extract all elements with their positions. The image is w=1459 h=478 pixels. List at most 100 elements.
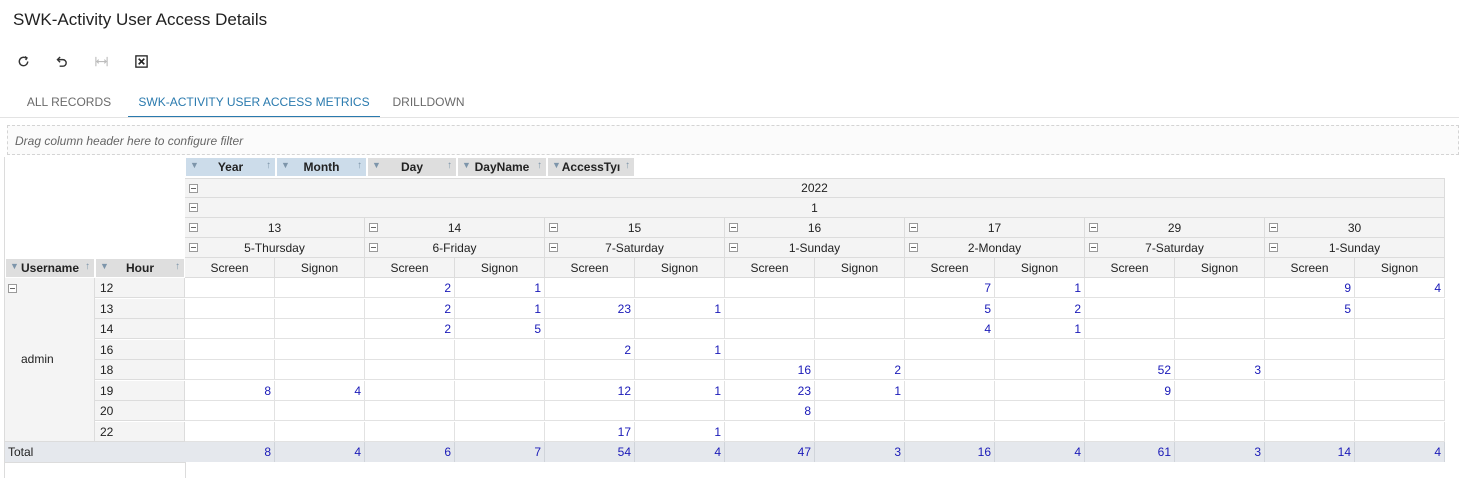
collapse-icon[interactable] (1089, 243, 1098, 252)
pivot-cell (1355, 298, 1445, 319)
pivot-cell (455, 421, 545, 442)
collapse-icon[interactable] (189, 223, 198, 232)
pivot-cell: 8 (725, 401, 815, 421)
pivot-cell: 1 (995, 319, 1085, 339)
dayname-header: 1-Sunday (1265, 238, 1445, 258)
column-field-accesstype[interactable]: ▼ AccessTyı ↑ (547, 157, 635, 177)
row-field-username[interactable]: ▼ Username ↑ (5, 258, 95, 278)
day-header: 15 (545, 218, 725, 238)
pivot-cell (365, 380, 455, 401)
pivot-cell (185, 298, 275, 319)
collapse-icon[interactable] (909, 223, 918, 232)
pivot-cell: 1 (455, 298, 545, 319)
fit-to-width-button[interactable] (92, 52, 110, 70)
pivot-cell: 7 (905, 278, 995, 298)
collapse-icon[interactable] (1089, 223, 1098, 232)
pivot-cell (1085, 278, 1175, 298)
column-field-day[interactable]: ▼ Day ↑ (367, 157, 457, 177)
day-header: 14 (365, 218, 545, 238)
collapse-icon[interactable] (729, 243, 738, 252)
pivot-cell (1085, 298, 1175, 319)
pivot-cell (1355, 360, 1445, 380)
access-type-header: Screen (725, 258, 815, 278)
access-type-header: Signon (1175, 258, 1265, 278)
collapse-icon[interactable] (189, 203, 198, 212)
filter-icon: ▼ (281, 160, 290, 170)
pivot-cell: 2 (815, 360, 905, 380)
pivot-cell (635, 401, 725, 421)
filter-icon: ▼ (372, 160, 381, 170)
row-field-hour[interactable]: ▼ Hour ↑ (95, 258, 185, 278)
tab-drilldown[interactable]: DRILLDOWN (383, 86, 474, 118)
pivot-cell: 1 (635, 380, 725, 401)
row-hour-label: 14 (95, 319, 185, 339)
pivot-cell (1085, 421, 1175, 442)
grid-divider (5, 462, 185, 463)
tab-divider (0, 117, 1459, 118)
pivot-cell (815, 298, 905, 319)
pivot-cell (275, 360, 365, 380)
collapse-icon[interactable] (1269, 243, 1278, 252)
pivot-cell (1265, 360, 1355, 380)
pivot-cell (275, 421, 365, 442)
pivot-cell (275, 339, 365, 360)
collapse-icon[interactable] (189, 184, 198, 193)
pivot-cell (185, 401, 275, 421)
pivot-cell: 2 (365, 298, 455, 319)
collapse-icon[interactable] (729, 223, 738, 232)
pivot-cell (185, 319, 275, 339)
column-field-year[interactable]: ▼ Year ↑ (185, 157, 276, 177)
dayname-header: 7-Saturday (1085, 238, 1265, 258)
pivot-cell (185, 339, 275, 360)
pivot-cell: 1 (635, 298, 725, 319)
undo-button[interactable] (52, 52, 70, 70)
total-cell: 3 (1175, 442, 1265, 462)
column-field-month[interactable]: ▼ Month ↑ (276, 157, 367, 177)
pivot-cell (1265, 401, 1355, 421)
filter-icon: ▼ (10, 261, 19, 271)
pivot-cell (995, 421, 1085, 442)
collapse-icon[interactable] (549, 243, 558, 252)
filter-icon: ▼ (100, 261, 109, 271)
column-field-dayname[interactable]: ▼ DayName ↑ (457, 157, 547, 177)
collapse-icon[interactable] (8, 284, 17, 293)
pivot-cell (1175, 421, 1265, 442)
dayname-header: 1-Sunday (725, 238, 905, 258)
total-cell: 54 (545, 442, 635, 462)
tab-all-records[interactable]: ALL RECORDS (13, 86, 125, 118)
tab-user-access-metrics[interactable]: SWK-ACTIVITY USER ACCESS METRICS (128, 86, 380, 118)
row-hour-label: 12 (95, 278, 185, 298)
pivot-cell: 9 (1085, 380, 1175, 401)
pivot-cell (275, 319, 365, 339)
pivot-cell (185, 360, 275, 380)
collapse-icon[interactable] (549, 223, 558, 232)
pivot-cell (635, 319, 725, 339)
pivot-cell (1355, 319, 1445, 339)
pivot-cell: 2 (545, 339, 635, 360)
dayname-header: 6-Friday (365, 238, 545, 258)
pivot-cell (1265, 380, 1355, 401)
collapse-icon[interactable] (189, 243, 198, 252)
grid-divider (185, 462, 186, 478)
filter-icon: ▼ (552, 160, 561, 170)
collapse-icon[interactable] (369, 223, 378, 232)
sort-icon: ↑ (357, 160, 362, 171)
pivot-cell (725, 298, 815, 319)
pivot-cell (1085, 339, 1175, 360)
pivot-cell (905, 360, 995, 380)
pivot-cell (635, 278, 725, 298)
collapse-icon[interactable] (909, 243, 918, 252)
refresh-button[interactable] (14, 52, 32, 70)
total-cell: 6 (365, 442, 455, 462)
pivot-cell (725, 421, 815, 442)
pivot-cell (905, 339, 995, 360)
pivot-cell (1265, 339, 1355, 360)
collapse-icon[interactable] (369, 243, 378, 252)
pivot-grid: ▼ Year ↑ ▼ Month ↑ ▼ Day ↑ ▼ DayName ↑ ▼… (4, 157, 1459, 478)
filter-drop-zone[interactable]: Drag column header here to configure fil… (7, 125, 1459, 155)
access-type-header: Screen (1085, 258, 1175, 278)
pivot-cell (995, 360, 1085, 380)
pivot-cell (1175, 401, 1265, 421)
export-excel-button[interactable] (132, 52, 150, 70)
collapse-icon[interactable] (1269, 223, 1278, 232)
